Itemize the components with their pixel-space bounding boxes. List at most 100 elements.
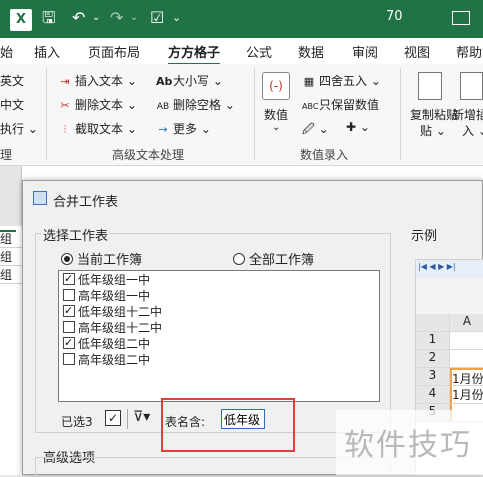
ribbon-panel: 英文 中文 执行 ⌄ 理 ⇥ 插入文本 ⌄ ✂ 删除文本 ⌄ ⫶ 截取文本 ⌄ Ab大… xyxy=(0,64,483,166)
tab-fangfangezi[interactable]: 方方格子 xyxy=(168,42,221,66)
excel-icon: X xyxy=(10,9,32,31)
preview-cell: 1月份 xyxy=(450,368,483,386)
number-format-icon: (-) xyxy=(262,72,290,100)
insert-text-icon: ⇥ xyxy=(60,75,70,88)
checkbox-checked-icon[interactable] xyxy=(63,303,75,319)
filter-icon[interactable]: ⊽▾ xyxy=(133,409,150,425)
text-group-label: 高级文本处理 xyxy=(112,148,185,162)
radio-unselected-icon xyxy=(233,253,245,265)
copy-paste-sub[interactable]: 贴 ⌄ xyxy=(420,122,446,139)
sheet-nav-bar: |◀ ◀ ▶ ▶| xyxy=(416,260,483,278)
highlight-box xyxy=(161,398,295,452)
ribbon-separator xyxy=(254,68,255,160)
undo-dropdown-icon[interactable]: ⌄ xyxy=(92,0,100,36)
checkbox-empty-icon[interactable] xyxy=(63,289,75,301)
more-arrow-icon: → xyxy=(158,123,168,136)
ribbon-english-button[interactable]: 英文 xyxy=(0,72,24,89)
sheet-cell[interactable]: 组 xyxy=(0,248,22,266)
add-icon[interactable]: ✚ ⌄ xyxy=(346,120,370,134)
toolbar-divider xyxy=(127,409,128,429)
ribbon-execute-button[interactable]: 执行 ⌄ xyxy=(0,120,38,137)
remove-space-button[interactable]: 删除空格 ⌄ xyxy=(173,98,235,112)
case-button[interactable]: 大小写 ⌄ xyxy=(173,74,223,88)
checkbox-empty-icon[interactable] xyxy=(63,353,75,365)
preview-row-header: 4 xyxy=(416,386,450,404)
sheet-nav-arrows-icon: |◀ ◀ ▶ ▶| xyxy=(418,262,456,271)
redo-icon[interactable]: ↷ xyxy=(110,0,123,36)
preview-row-header: 1 xyxy=(416,332,450,350)
number-group-label: 数值录入 xyxy=(300,148,349,162)
number-button[interactable]: 数值 xyxy=(264,106,288,123)
sheet-list-item[interactable]: 低年级组二中 xyxy=(63,335,150,352)
tab-review[interactable]: 审阅 xyxy=(352,42,378,61)
selected-cell-marker xyxy=(0,230,16,232)
sheet-list-item[interactable]: 高年级组一中 xyxy=(63,288,150,304)
watermark-text: 软件技巧 xyxy=(344,428,472,463)
edit-icon[interactable]: 🖉 ⌄ xyxy=(302,120,329,141)
save-icon[interactable]: 🖫 xyxy=(42,0,56,36)
round-icon: ▦ xyxy=(303,75,315,88)
case-icon: Ab xyxy=(156,75,173,88)
sheet-list-item[interactable]: 低年级组十二中 xyxy=(63,303,162,320)
tab-help[interactable]: 帮助 xyxy=(456,42,482,61)
all-workbooks-radio[interactable]: 全部工作簿 xyxy=(233,249,314,268)
keep-value-icon: ABC xyxy=(302,102,319,111)
redo-dropdown-icon[interactable]: ⌄ xyxy=(130,0,138,36)
ribbon-display-icon[interactable] xyxy=(452,11,470,25)
sheet-list-item[interactable]: 低年级组一中 xyxy=(63,271,150,288)
preview-row-header: 3 xyxy=(416,368,450,386)
extract-text-icon: ⫶ xyxy=(63,123,67,136)
preview-cell xyxy=(450,350,483,368)
more-button[interactable]: 更多 ⌄ xyxy=(173,122,211,136)
tab-data[interactable]: 数据 xyxy=(298,42,324,61)
window-title: 70 xyxy=(386,9,403,24)
dialog-app-icon xyxy=(33,191,47,205)
new-insert-button[interactable]: 新增插 xyxy=(452,106,483,123)
preview-cell: 1月份 xyxy=(450,386,483,404)
preview-corner xyxy=(416,314,450,332)
checkbox-icon[interactable]: ☑ xyxy=(150,0,164,36)
checkbox-checked-icon[interactable] xyxy=(63,271,75,287)
new-insert-sub[interactable]: 入 ⌄ xyxy=(462,122,483,139)
keep-value-button[interactable]: 只保留数值 xyxy=(319,98,379,112)
delete-text-button[interactable]: 删除文本 ⌄ xyxy=(75,98,137,112)
preview-col-header: A xyxy=(450,314,483,332)
sheet-cell[interactable]: 组 xyxy=(0,266,22,284)
checkbox-checked-icon[interactable] xyxy=(63,335,75,351)
extract-text-button[interactable]: 截取文本 ⌄ xyxy=(75,122,137,136)
insert-text-button[interactable]: 插入文本 ⌄ xyxy=(75,74,137,88)
current-workbook-radio[interactable]: 当前工作簿 xyxy=(61,249,142,268)
undo-icon[interactable]: ↶ xyxy=(72,0,85,36)
sheet-cell[interactable]: 组 xyxy=(0,230,22,248)
preview-blank xyxy=(416,278,483,314)
copy-paste-button[interactable]: 复制粘贴 xyxy=(410,106,458,123)
title-bar: X 🖫 ↶ ⌄ ↷ ⌄ ☑ ⌄ 70 xyxy=(0,0,483,38)
customize-qat-icon[interactable]: ⌄ xyxy=(172,0,181,36)
example-label: 示例 xyxy=(409,225,440,244)
radio-selected-icon xyxy=(61,253,73,265)
copy-paste-icon xyxy=(418,72,442,100)
select-all-checkbox[interactable]: ✓ xyxy=(105,410,121,426)
sheet-header-strip xyxy=(0,166,22,226)
dialog-title: 合并工作表 xyxy=(53,195,119,210)
tab-home[interactable]: 始 xyxy=(0,42,13,61)
tab-view[interactable]: 视图 xyxy=(404,42,430,61)
remove-space-icon: AB xyxy=(156,102,170,112)
ribbon-separator xyxy=(46,68,47,160)
preview-row-header: 2 xyxy=(416,350,450,368)
ribbon-separator xyxy=(400,68,401,160)
sheet-list: 低年级组一中 高年级组一中 低年级组十二中 高年级组十二中 低年级组二中 高年级… xyxy=(58,270,380,402)
selected-count: 已选3 xyxy=(61,415,93,429)
number-dropdown-icon[interactable]: ⌄ xyxy=(272,122,280,133)
tab-formulas[interactable]: 公式 xyxy=(246,42,272,61)
preview-cell xyxy=(450,332,483,350)
sheet-list-item[interactable]: 高年级组二中 xyxy=(63,352,150,368)
checkbox-empty-icon[interactable] xyxy=(63,321,75,333)
tab-page-layout[interactable]: 页面布局 xyxy=(88,42,140,61)
tab-insert[interactable]: 插入 xyxy=(34,42,60,61)
select-sheets-label: 选择工作表 xyxy=(41,225,111,244)
left-group-label: 理 xyxy=(0,148,13,162)
sheet-list-item[interactable]: 高年级组十二中 xyxy=(63,320,162,336)
ribbon-chinese-button[interactable]: 中文 xyxy=(0,96,24,113)
round-button[interactable]: 四舍五入 ⌄ xyxy=(319,74,381,88)
